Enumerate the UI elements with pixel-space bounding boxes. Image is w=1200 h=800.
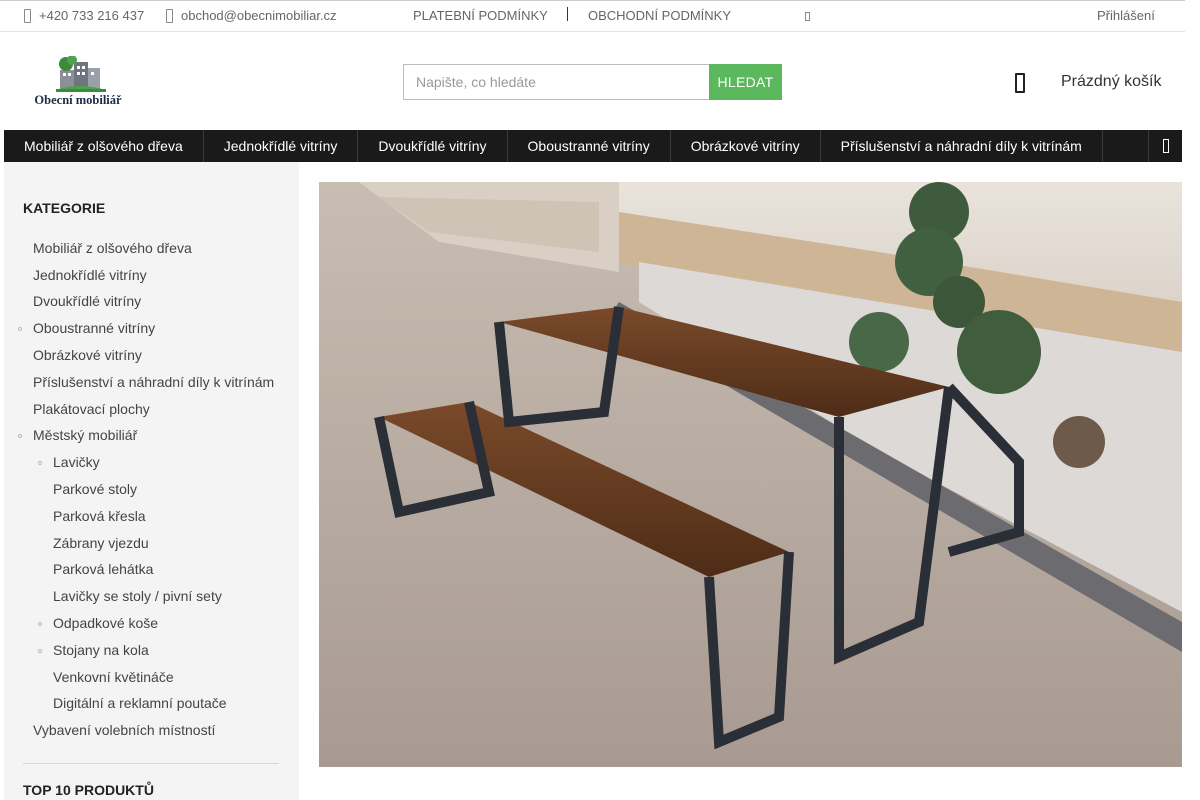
category-label: Digitální a reklamní poutače [53,695,227,711]
search-input[interactable] [403,64,709,100]
category-label: Plakátovací plochy [33,401,150,417]
subcategory-item[interactable]: Venkovní květináče [53,669,174,685]
nav-item-olsove-drevo[interactable]: Mobiliář z olšového dřeva [4,130,204,162]
expand-bullet-icon[interactable] [18,327,22,331]
search-button[interactable]: HLEDAT [709,64,782,100]
category-label: Oboustranné vitríny [33,320,156,336]
nav-more-button[interactable] [1148,130,1182,162]
business-terms-link[interactable]: OBCHODNÍ PODMÍNKY [588,8,731,23]
category-label: Městský mobiliář [33,427,138,443]
category-label: Lavičky se stoly / pivní sety [53,588,222,604]
cart-icon[interactable] [1015,73,1025,93]
category-label: Zábrany vjezdu [53,535,149,551]
category-item[interactable]: Plakátovací plochy [33,401,150,417]
category-label: Parková lehátka [53,561,154,577]
sidebar: KATEGORIE Mobiliář z olšového dřeva Jedn… [4,162,299,800]
subcategory-item[interactable]: Digitální a reklamní poutače [53,695,227,711]
category-label: Dvoukřídlé vitríny [33,293,142,309]
category-item[interactable]: Vybavení volebních místností [33,722,215,738]
nav-item-prislusenstvi[interactable]: Příslušenství a náhradní díly k vitrínám [821,130,1103,162]
payment-terms-link[interactable]: PLATEBNÍ PODMÍNKY [413,8,548,23]
category-item[interactable]: Jednokřídlé vitríny [33,267,147,283]
top-bar: +420 733 216 437 obchod@obecnimobiliar.c… [0,0,1185,32]
category-label: Lavičky [53,454,100,470]
expand-bullet-icon[interactable] [38,622,42,626]
main-nav: Mobiliář z olšového dřeva Jednokřídlé vi… [4,130,1182,162]
category-label: Obrázkové vitríny [33,347,142,363]
category-item[interactable]: Mobiliář z olšového dřeva [33,240,192,256]
phone-contact[interactable]: +420 733 216 437 [24,8,144,23]
chevron-right-icon [1162,139,1169,153]
site-logo[interactable]: Obecní mobiliář [26,55,130,108]
email-link[interactable]: obchod@obecnimobiliar.cz [181,8,337,23]
category-label: Příslušenství a náhradní díly k vitrínám [33,374,275,390]
category-label: Mobiliář z olšového dřeva [33,240,192,256]
hero-banner-image[interactable] [319,182,1182,767]
top-products-heading: TOP 10 PRODUKTŮ [23,782,154,798]
nav-item-oboustranne[interactable]: Oboustranné vitríny [508,130,671,162]
phone-link[interactable]: +420 733 216 437 [39,8,144,23]
search-form: HLEDAT [403,64,782,100]
category-item[interactable]: Příslušenství a náhradní díly k vitrínám [33,374,274,390]
logo-text: Obecní mobiliář [34,93,122,107]
category-item[interactable]: Dvoukřídlé vitríny [33,293,141,309]
category-item[interactable]: Oboustranné vitríny [18,320,156,336]
category-label: Stojany na kola [53,642,149,658]
subcategory-item[interactable]: Parková lehátka [53,561,153,577]
categories-heading: KATEGORIE [23,200,106,216]
nav-item-jednokridle[interactable]: Jednokřídlé vitríny [204,130,359,162]
subcategory-item[interactable]: Parkové stoly [53,481,137,497]
logo-graphic [56,55,106,92]
hero-scene [319,182,1182,767]
category-label: Vybavení volebních místností [33,722,216,738]
nav-item-dvoukridle[interactable]: Dvoukřídlé vitríny [358,130,508,162]
nav-item-obrazkove[interactable]: Obrázkové vitríny [671,130,821,162]
category-item[interactable]: Městský mobiliář [18,427,138,443]
envelope-icon [166,8,173,23]
cart-label[interactable]: Prázdný košík [1061,73,1161,91]
category-label: Venkovní květináče [53,669,174,685]
topbar-separator [567,7,568,21]
subcategory-item[interactable]: Lavičky [38,454,100,470]
category-label: Parkové stoly [53,481,138,497]
category-label: Parková křesla [53,508,146,524]
category-label: Jednokřídlé vitríny [33,267,147,283]
category-item[interactable]: Obrázkové vitríny [33,347,142,363]
expand-bullet-icon[interactable] [18,434,22,438]
sidebar-divider [23,763,279,764]
subcategory-item[interactable]: Lavičky se stoly / pivní sety [53,588,222,604]
expand-bullet-icon[interactable] [38,461,42,465]
subcategory-item[interactable]: Stojany na kola [38,642,149,658]
email-contact[interactable]: obchod@obecnimobiliar.cz [166,8,337,23]
expand-bullet-icon[interactable] [38,649,42,653]
category-label: Odpadkové koše [53,615,159,631]
more-links-icon[interactable] [805,12,810,21]
phone-icon [24,8,31,23]
login-link[interactable]: Přihlášení [1097,8,1155,23]
subcategory-item[interactable]: Odpadkové koše [38,615,159,631]
subcategory-item[interactable]: Zábrany vjezdu [53,535,149,551]
subcategory-item[interactable]: Parková křesla [53,508,146,524]
